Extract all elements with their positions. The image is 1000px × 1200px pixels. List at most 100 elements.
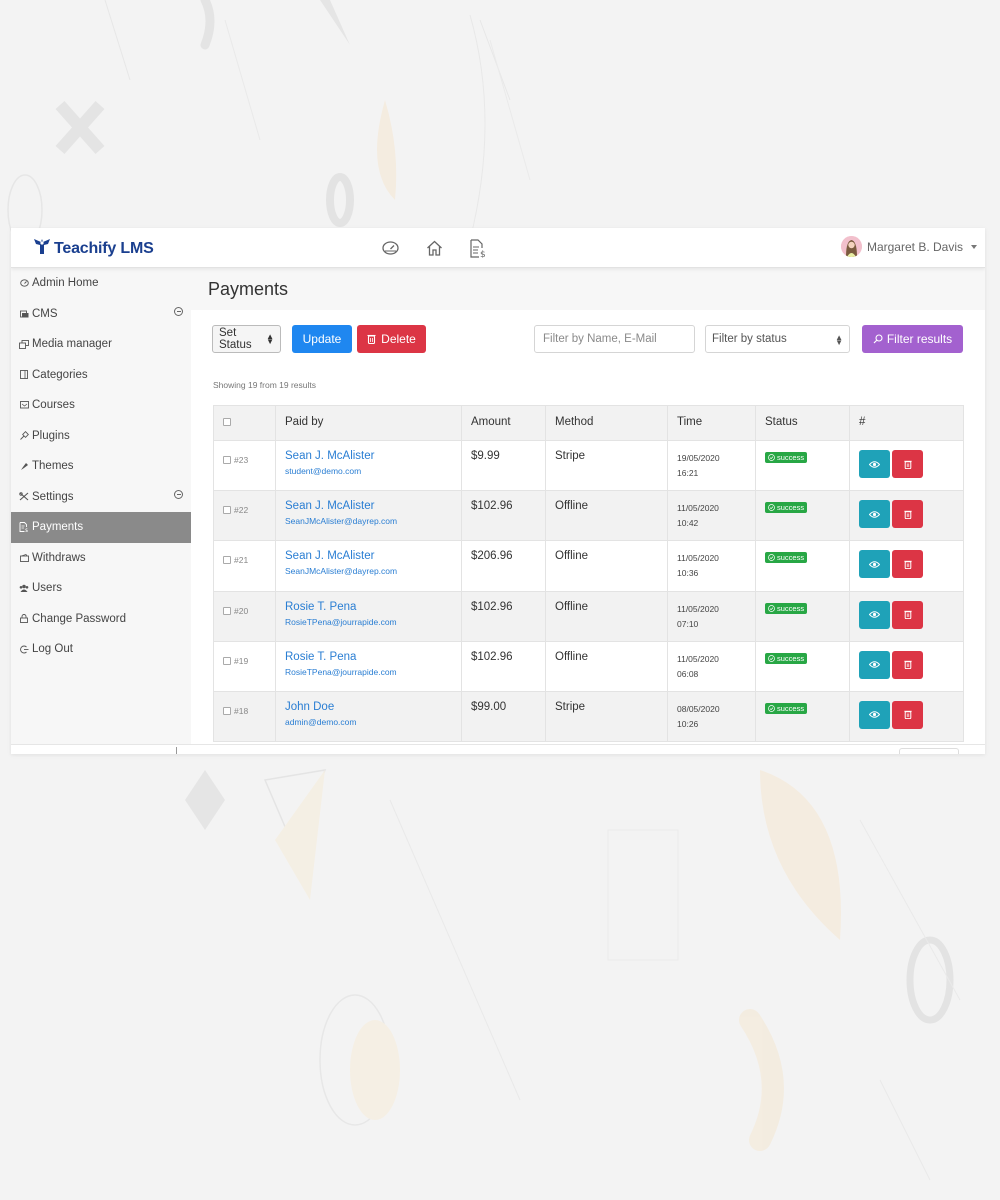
payer-email-link[interactable]: admin@demo.com bbox=[285, 717, 452, 727]
sidebar-item-themes[interactable]: Themes bbox=[11, 451, 191, 482]
logo-icon bbox=[33, 238, 51, 260]
payment-time: 16:21 bbox=[677, 468, 699, 478]
status-cell: success bbox=[755, 540, 850, 592]
payer-email-link[interactable]: SeanJMcAlister@dayrep.com bbox=[285, 516, 452, 526]
footer-widget bbox=[899, 748, 959, 754]
payer-name-link[interactable]: Rosie T. Pena bbox=[285, 651, 452, 663]
delete-row-button[interactable] bbox=[892, 450, 923, 478]
brush-icon bbox=[18, 462, 30, 471]
set-status-select[interactable]: Set Status ▲ ▼ bbox=[212, 325, 281, 353]
tools-icon bbox=[18, 492, 30, 501]
sidebar-item-label: Plugins bbox=[32, 429, 70, 442]
sidebar-item-settings[interactable]: Settings bbox=[11, 482, 191, 513]
brand-logo[interactable]: Teachify LMS bbox=[33, 238, 154, 260]
payments-icon[interactable]: $ bbox=[467, 237, 489, 259]
trash-icon bbox=[903, 610, 912, 620]
sidebar-item-users[interactable]: Users bbox=[11, 573, 191, 604]
row-select-cell: #19 bbox=[213, 640, 276, 692]
payer-name-link[interactable]: Sean J. McAlister bbox=[285, 450, 452, 462]
filter-results-button[interactable]: Filter results bbox=[862, 325, 963, 353]
paid-by-cell: Sean J. McAlister SeanJMcAlister@dayrep.c… bbox=[275, 490, 462, 542]
user-name: Margaret B. Davis bbox=[866, 239, 963, 254]
row-select-cell: #18 bbox=[213, 690, 276, 743]
sidebar-item-courses[interactable]: Courses bbox=[11, 390, 191, 421]
payer-email-link[interactable]: RosieTPena@jourrapide.com bbox=[285, 617, 452, 627]
payment-id: #23 bbox=[234, 454, 249, 465]
payer-name-link[interactable]: Rosie T. Pena bbox=[285, 601, 452, 613]
sidebar-item-log-out[interactable]: Log Out bbox=[11, 634, 191, 665]
table-row: #21 Sean J. McAlister SeanJMcAlister@dayre… bbox=[213, 540, 964, 592]
home-icon[interactable] bbox=[423, 237, 445, 259]
wallet-icon bbox=[18, 553, 30, 562]
amount-cell: $102.96 bbox=[461, 640, 546, 692]
trash-icon bbox=[367, 334, 376, 344]
row-checkbox[interactable] bbox=[223, 656, 231, 665]
check-circle-icon bbox=[768, 504, 775, 512]
payer-email-link[interactable]: SeanJMcAlister@dayrep.com bbox=[285, 566, 452, 576]
row-checkbox[interactable] bbox=[223, 506, 231, 515]
view-button[interactable] bbox=[859, 500, 890, 529]
actions-cell bbox=[849, 640, 964, 692]
payer-name-link[interactable]: Sean J. McAlister bbox=[285, 550, 452, 562]
method-cell: Offline bbox=[545, 490, 668, 542]
sidebar-item-categories[interactable]: Categories bbox=[11, 360, 191, 391]
sidebar-item-label: Courses bbox=[32, 399, 75, 412]
sidebar-item-label: Withdraws bbox=[32, 551, 86, 564]
status-text: success bbox=[777, 703, 805, 713]
delete-row-button[interactable] bbox=[892, 650, 923, 679]
footer-divider bbox=[176, 747, 177, 754]
view-button[interactable] bbox=[859, 450, 890, 478]
row-checkbox[interactable] bbox=[223, 706, 231, 715]
trash-icon bbox=[903, 661, 912, 670]
delete-row-button[interactable] bbox=[892, 550, 923, 579]
delete-row-button[interactable] bbox=[892, 600, 923, 629]
payer-name-link[interactable]: Sean J. McAlister bbox=[285, 500, 452, 512]
user-menu[interactable]: Margaret B. Davis bbox=[840, 236, 977, 257]
method-cell: Offline bbox=[545, 540, 668, 592]
set-status-label: Set Status bbox=[219, 327, 252, 351]
sidebar-item-withdraws[interactable]: Withdraws bbox=[11, 543, 191, 574]
select-all-checkbox[interactable] bbox=[223, 417, 231, 426]
collapse-toggle-icon[interactable] bbox=[174, 489, 183, 499]
filter-name-email-input[interactable] bbox=[534, 325, 695, 353]
status-text: success bbox=[777, 453, 805, 462]
payment-id: #21 bbox=[234, 555, 249, 566]
status-text: success bbox=[777, 503, 805, 513]
payer-email-link[interactable]: RosieTPena@jourrapide.com bbox=[285, 667, 452, 677]
delete-row-button[interactable] bbox=[892, 500, 923, 529]
paid-by-cell: Sean J. McAlister student@demo.com bbox=[275, 439, 462, 492]
lock-icon bbox=[18, 614, 30, 624]
collapse-toggle-icon[interactable] bbox=[174, 306, 183, 316]
view-button[interactable] bbox=[859, 600, 890, 629]
row-checkbox[interactable] bbox=[223, 606, 231, 615]
delete-button[interactable]: Delete bbox=[357, 325, 426, 353]
row-checkbox[interactable] bbox=[223, 556, 231, 565]
column-header: Method bbox=[545, 405, 668, 441]
filter-status-select[interactable]: Filter by status ▲ ▼ bbox=[705, 325, 850, 353]
payer-email-link[interactable]: student@demo.com bbox=[285, 466, 452, 476]
table-row: #19 Rosie T. Pena RosieTPena@jourrapide.co… bbox=[213, 640, 964, 692]
payment-date: 19/05/2020 bbox=[677, 453, 720, 463]
dashboard-icon[interactable] bbox=[379, 237, 401, 259]
time-cell: 11/05/2020 06:08 bbox=[667, 640, 756, 692]
view-button[interactable] bbox=[859, 700, 890, 729]
trash-icon bbox=[903, 510, 912, 519]
sidebar-item-change-password[interactable]: Change Password bbox=[11, 604, 191, 635]
view-button[interactable] bbox=[859, 550, 890, 579]
payer-name-link[interactable]: John Doe bbox=[285, 701, 452, 713]
paid-by-cell: Rosie T. Pena RosieTPena@jourrapide.com bbox=[275, 590, 462, 642]
column-header: # bbox=[849, 405, 964, 441]
sort-arrows-icon: ▲ ▼ bbox=[266, 332, 274, 346]
payment-id: #18 bbox=[234, 705, 249, 716]
sidebar-item-admin-home[interactable]: Admin Home bbox=[11, 268, 191, 299]
payment-date: 11/05/2020 bbox=[677, 503, 719, 514]
row-checkbox[interactable] bbox=[223, 455, 231, 464]
update-button[interactable]: Update bbox=[292, 325, 352, 353]
sidebar-item-plugins[interactable]: Plugins bbox=[11, 421, 191, 452]
delete-row-button[interactable] bbox=[892, 700, 923, 729]
view-button[interactable] bbox=[859, 650, 890, 679]
sidebar-item-cms[interactable]: CMS bbox=[11, 299, 191, 330]
sidebar-item-payments[interactable]: $ Payments bbox=[11, 512, 191, 543]
sidebar-item-media-manager[interactable]: Media manager bbox=[11, 329, 191, 360]
paid-by-cell: Sean J. McAlister SeanJMcAlister@dayrep.c… bbox=[275, 540, 462, 592]
